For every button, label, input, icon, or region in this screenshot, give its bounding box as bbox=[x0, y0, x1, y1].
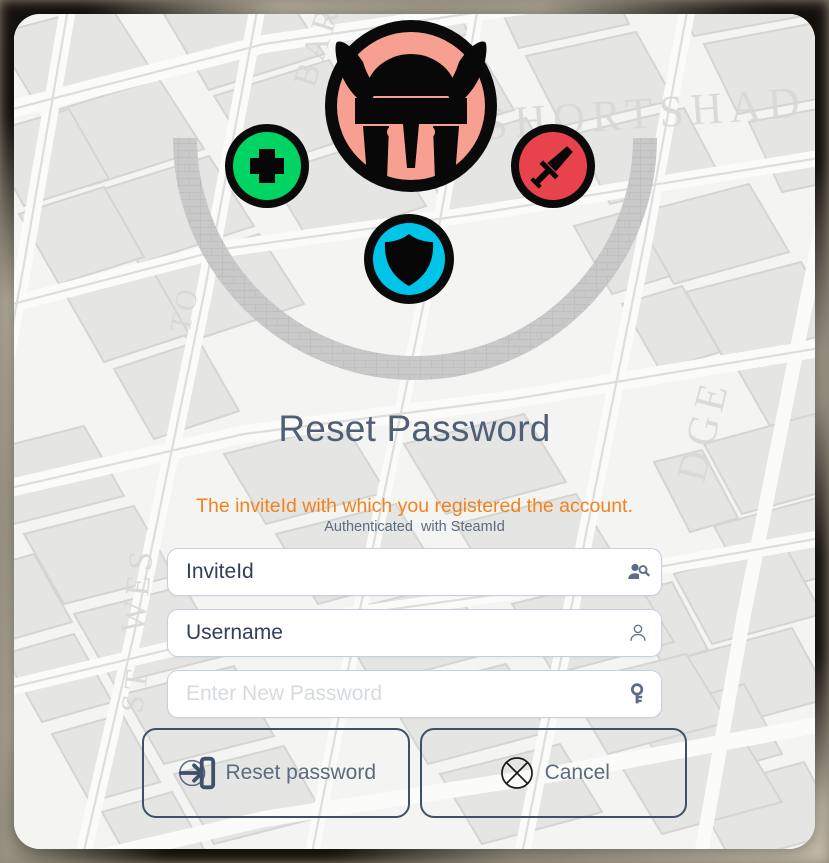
reset-password-button[interactable]: Reset password bbox=[142, 728, 410, 818]
attack-sword-badge bbox=[510, 124, 595, 208]
defense-shield-badge bbox=[363, 214, 454, 304]
new-password-input[interactable] bbox=[168, 671, 615, 717]
cancel-button[interactable]: Cancel bbox=[419, 728, 687, 818]
new-password-field-row[interactable] bbox=[167, 670, 662, 718]
auth-status-note: Authenticated with SteamId bbox=[324, 518, 505, 535]
alert-message: The inviteId with which you registered t… bbox=[196, 495, 633, 517]
user-icon bbox=[615, 610, 661, 656]
login-arrow-icon bbox=[175, 752, 217, 794]
reset-password-form bbox=[167, 548, 662, 718]
circle-slash-icon bbox=[497, 753, 537, 793]
key-icon bbox=[615, 671, 661, 717]
app-window: SHORTSHAD BARK TO WES ST DGE Reset Passw… bbox=[14, 14, 815, 849]
viking-helmet-badge bbox=[324, 20, 497, 192]
app-logo bbox=[135, 14, 695, 400]
inviteid-input[interactable] bbox=[168, 549, 615, 595]
form-actions: Reset password Cancel bbox=[142, 728, 687, 818]
reset-password-button-label: Reset password bbox=[225, 761, 377, 784]
inviteid-field-row[interactable] bbox=[167, 548, 662, 596]
username-field-row[interactable] bbox=[167, 609, 662, 657]
cancel-button-label: Cancel bbox=[544, 761, 610, 784]
health-cross-badge bbox=[224, 124, 309, 208]
page-title: Reset Password bbox=[278, 408, 551, 449]
user-search-icon bbox=[615, 549, 661, 595]
username-input[interactable] bbox=[168, 610, 615, 656]
